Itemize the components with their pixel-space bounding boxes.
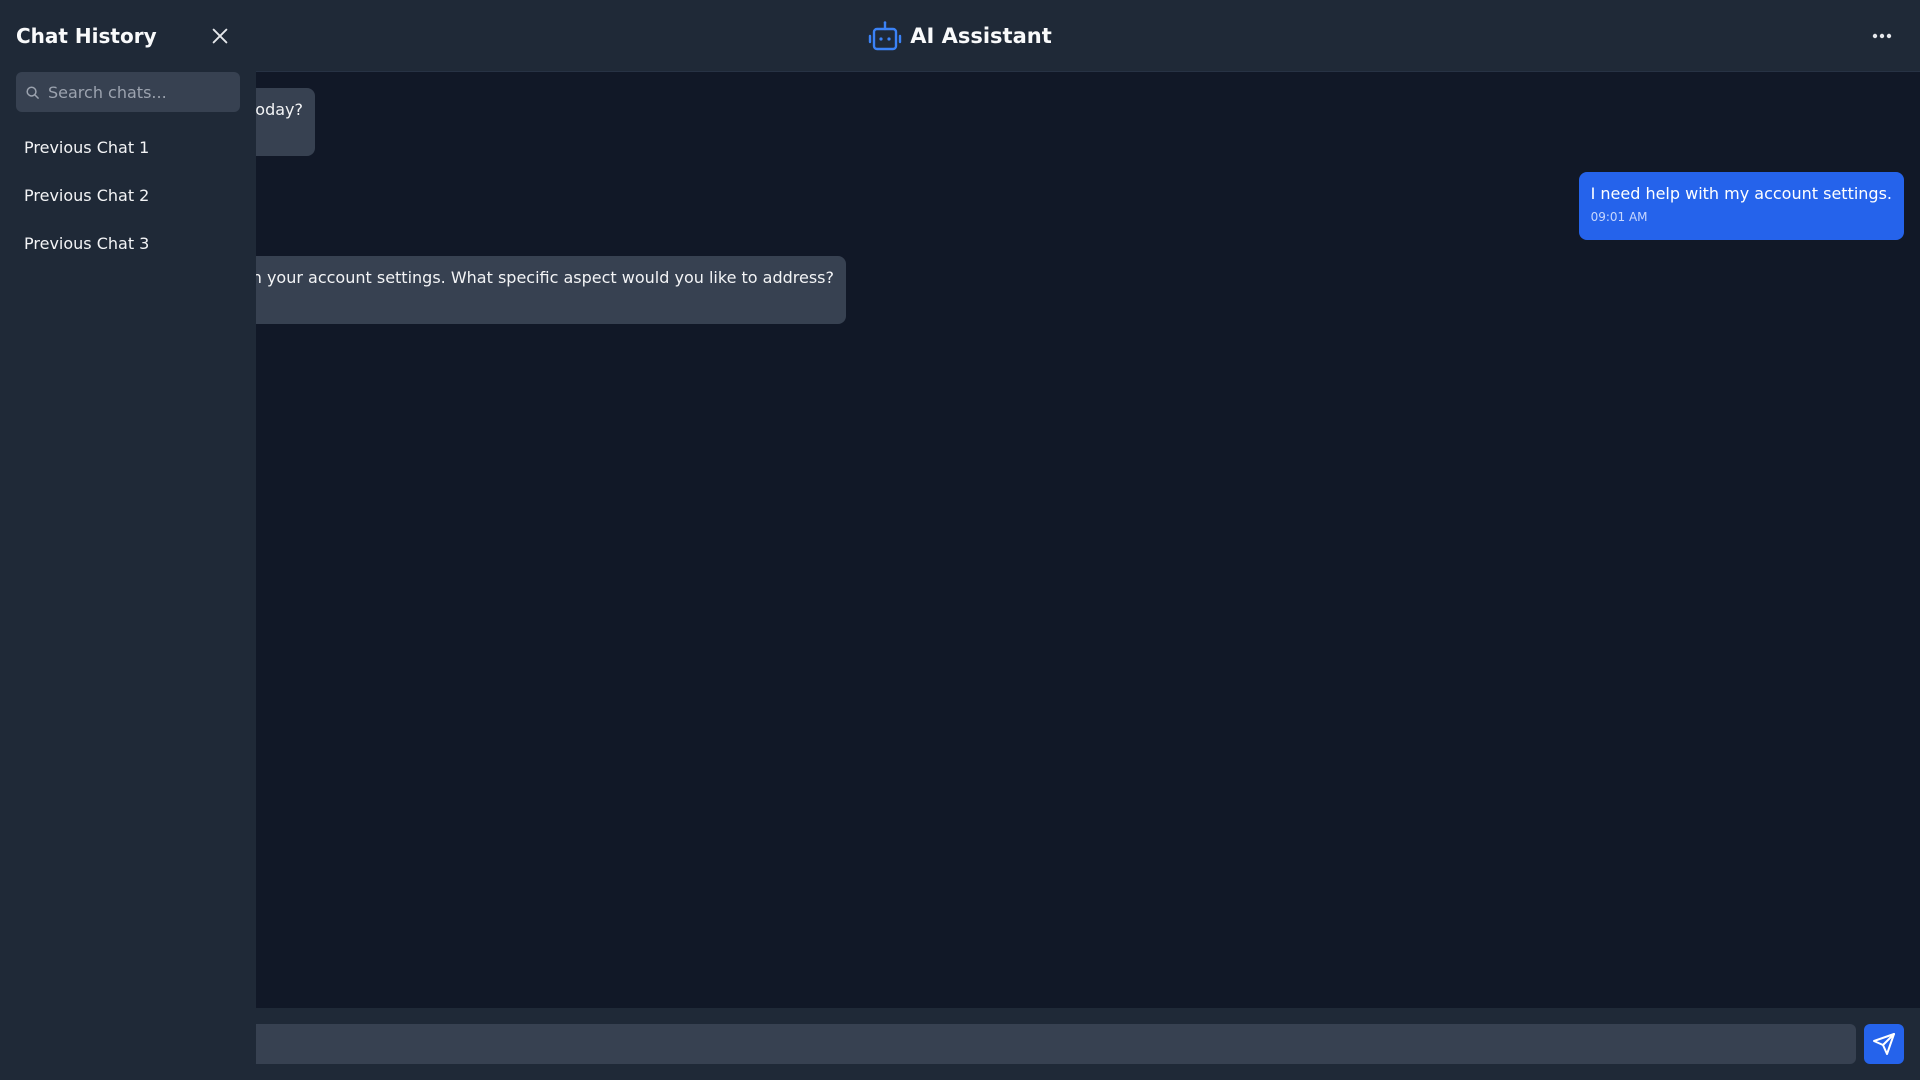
chat-history-list: Previous Chat 1 Previous Chat 2 Previous… <box>16 128 240 272</box>
close-icon <box>212 28 228 44</box>
message-time: 09:01 AM <box>1590 210 1648 224</box>
send-button[interactable] <box>1864 1024 1904 1064</box>
chat-history-item[interactable]: Previous Chat 1 <box>16 128 240 168</box>
message-text: I need help with my account settings. <box>1590 184 1892 203</box>
robot-icon <box>868 20 902 52</box>
message-composer <box>0 1008 1920 1080</box>
chat-history-item[interactable]: Previous Chat 3 <box>16 224 240 264</box>
message-list[interactable]: oday? I need help with my account settin… <box>0 72 1920 1008</box>
send-icon <box>1873 1033 1895 1055</box>
app-header: AI Assistant <box>0 0 1920 72</box>
more-options-button[interactable] <box>1864 18 1900 54</box>
app-title: AI Assistant <box>910 24 1052 48</box>
message-input[interactable] <box>16 1024 1856 1064</box>
close-sidebar-button[interactable] <box>206 22 234 50</box>
more-horizontal-icon <box>1872 33 1892 39</box>
sidebar-title: Chat History <box>16 24 157 48</box>
user-message: I need help with my account settings. 09… <box>1578 172 1904 240</box>
search-input[interactable] <box>16 72 240 112</box>
header-brand: AI Assistant <box>0 20 1920 52</box>
search-box <box>16 72 240 112</box>
chat-history-sidebar: Chat History Previous Chat 1 Previous Ch… <box>0 0 256 1080</box>
chat-history-item[interactable]: Previous Chat 2 <box>16 176 240 216</box>
